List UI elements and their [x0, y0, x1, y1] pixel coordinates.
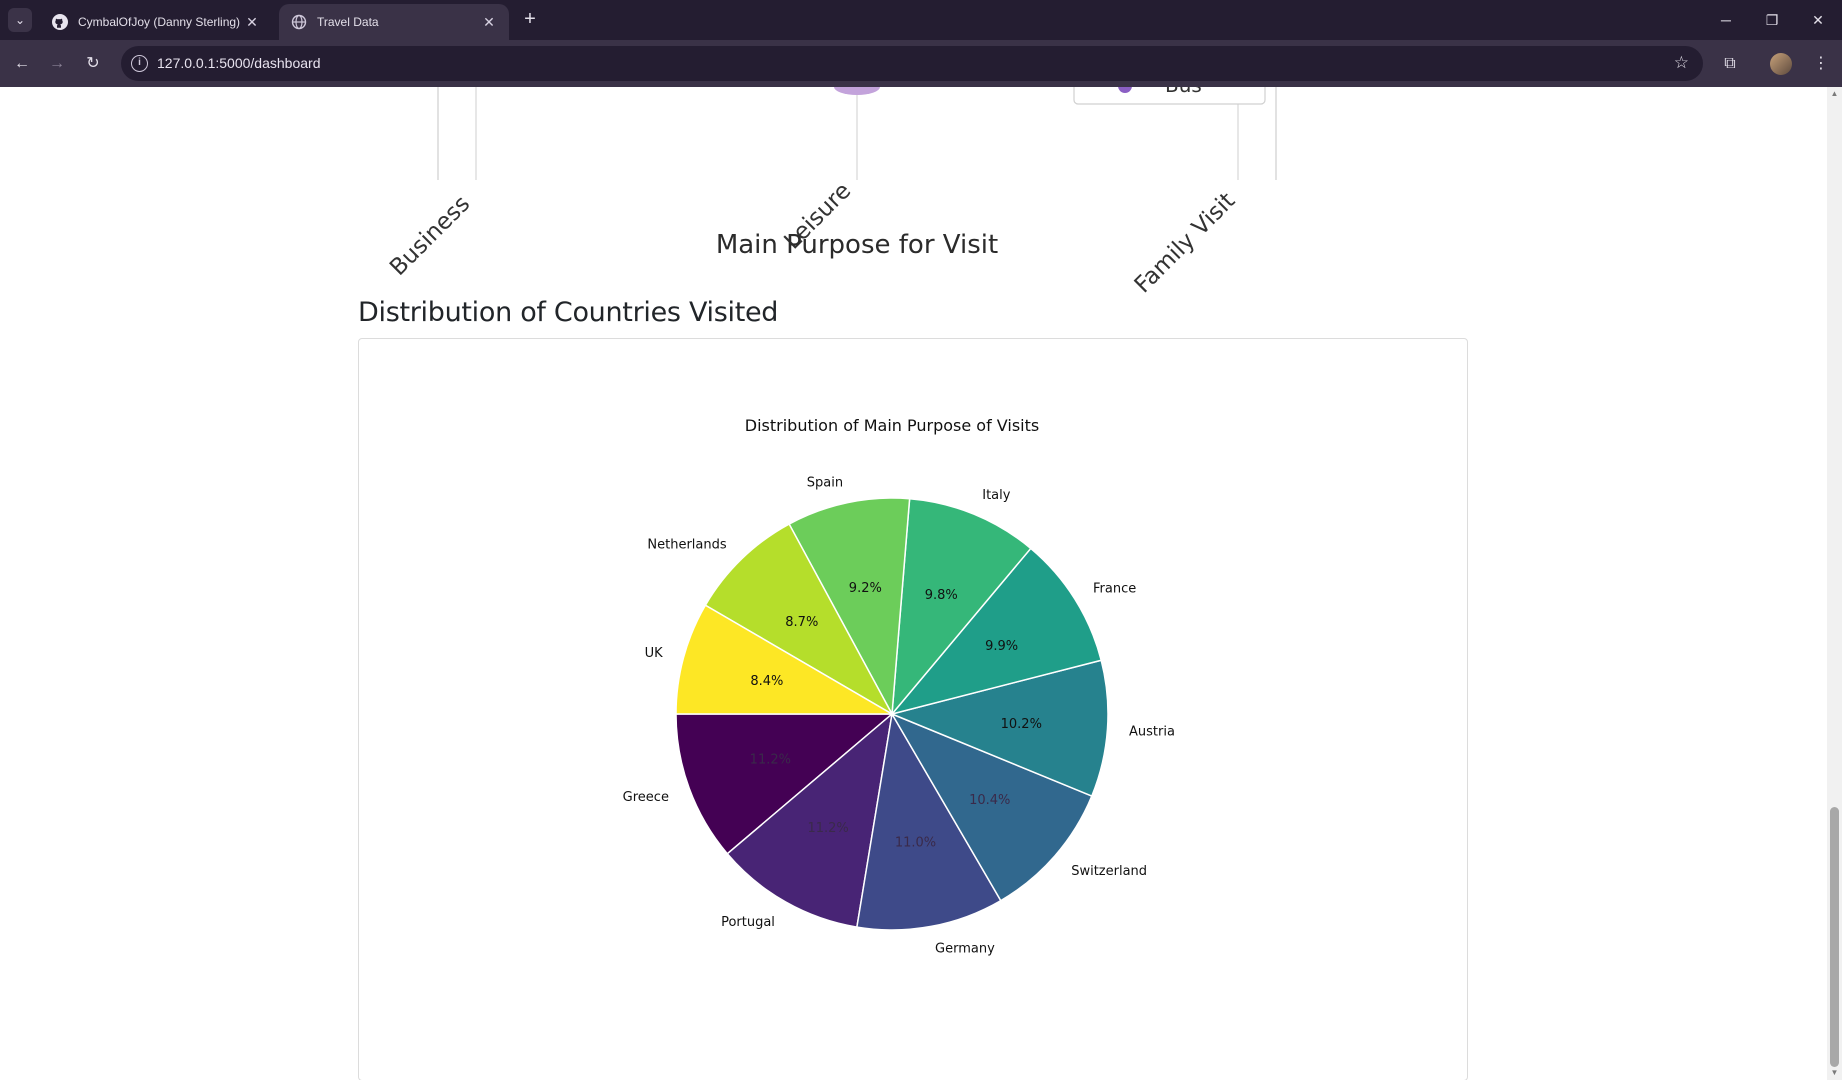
plus-icon: + — [524, 8, 536, 30]
tab-github[interactable]: CymbalOfJoy (Danny Sterling) ✕ — [40, 4, 272, 40]
forward-button[interactable]: → — [43, 50, 71, 78]
bar-chart-x-axis: Business Leisure Family Visit Main Purpo… — [385, 178, 1241, 299]
x-tick-label: Business — [385, 191, 475, 281]
pie-category-label: Portugal — [721, 915, 775, 930]
tab-title: Travel Data — [317, 15, 379, 29]
pie-chart-card: Distribution of Main Purpose of Visits 1… — [358, 338, 1468, 1080]
page-scrollbar[interactable]: ▲ ▼ — [1827, 87, 1842, 1080]
back-button[interactable]: ← — [8, 50, 36, 78]
pie-category-label: Netherlands — [647, 537, 726, 552]
address-bar[interactable]: i 127.0.0.1:5000/dashboard ☆ — [121, 46, 1703, 81]
chevron-down-icon: ⌄ — [14, 13, 26, 27]
scrollbar-thumb[interactable] — [1830, 807, 1839, 1067]
pie-category-label: Switzerland — [1071, 864, 1147, 879]
scroll-down-arrow[interactable]: ▼ — [1830, 1068, 1839, 1078]
tab-search-button[interactable]: ⌄ — [8, 8, 32, 32]
pie-category-label: Italy — [982, 488, 1011, 503]
arrow-right-icon: → — [49, 55, 65, 72]
github-icon — [52, 14, 68, 30]
pie-percent-label: 10.4% — [969, 793, 1010, 808]
pie-slices — [675, 497, 1109, 931]
reload-icon: ↻ — [86, 55, 100, 72]
avatar[interactable] — [1770, 53, 1792, 75]
pie-percent-label: 9.9% — [985, 639, 1018, 654]
close-icon[interactable]: ✕ — [481, 14, 497, 30]
pie-percent-label: 11.0% — [895, 835, 936, 850]
tab-travel-data[interactable]: Travel Data ✕ — [279, 4, 509, 40]
pie-category-label: Spain — [807, 475, 843, 490]
countries-pie-chart: Distribution of Main Purpose of Visits 1… — [623, 416, 1175, 957]
pie-category-label: France — [1093, 581, 1136, 596]
browser-toolbar: ← → ↻ i 127.0.0.1:5000/dashboard ☆ ⧉ ⋮ — [0, 40, 1842, 87]
minimize-icon: ─ — [1721, 12, 1731, 28]
globe-icon — [291, 14, 307, 30]
pie-percent-label: 11.2% — [750, 753, 791, 768]
pie-percent-label: 9.2% — [849, 581, 882, 596]
tab-strip: ⌄ CymbalOfJoy (Danny Sterling) ✕ Travel … — [0, 0, 1842, 40]
x-axis-title: Main Purpose for Visit — [716, 230, 998, 260]
x-tick-label: Family Visit — [1130, 188, 1241, 299]
bookmark-star-icon[interactable]: ☆ — [1674, 53, 1689, 73]
close-icon[interactable]: ✕ — [244, 14, 260, 30]
arrow-left-icon: ← — [14, 55, 30, 72]
pie-category-label: Greece — [623, 790, 669, 805]
pie-category-label: UK — [645, 646, 664, 661]
reload-button[interactable]: ↻ — [79, 50, 107, 78]
pie-percent-label: 11.2% — [807, 821, 848, 836]
new-tab-button[interactable]: + — [518, 8, 542, 32]
restore-button[interactable]: ❐ — [1749, 0, 1795, 40]
pie-percent-label: 9.8% — [925, 588, 958, 603]
pie-percent-label: 10.2% — [1001, 717, 1042, 732]
tab-title: CymbalOfJoy (Danny Sterling) — [78, 15, 241, 29]
more-vertical-icon: ⋮ — [1813, 55, 1829, 72]
pie-percent-label: 8.7% — [785, 615, 818, 630]
restore-icon: ❐ — [1765, 12, 1779, 28]
minimize-button[interactable]: ─ — [1703, 0, 1749, 40]
pie-title: Distribution of Main Purpose of Visits — [745, 416, 1039, 435]
close-icon: ✕ — [1812, 12, 1824, 28]
browser-menu-button[interactable]: ⋮ — [1807, 50, 1835, 78]
page-viewport: Bus Business Leisure Family Visit Main P… — [0, 87, 1842, 1080]
site-info-icon[interactable]: i — [131, 55, 148, 72]
pie-category-label: Germany — [935, 942, 995, 957]
window-close-button[interactable]: ✕ — [1795, 0, 1841, 40]
pie-percent-label: 8.4% — [750, 674, 783, 689]
url-text: 127.0.0.1:5000/dashboard — [157, 55, 321, 71]
pie-category-label: Austria — [1129, 724, 1175, 739]
section-title: Distribution of Countries Visited — [358, 297, 779, 328]
extensions-button[interactable]: ⧉ — [1716, 50, 1744, 78]
puzzle-icon: ⧉ — [1724, 55, 1736, 72]
scroll-up-arrow[interactable]: ▲ — [1830, 89, 1839, 99]
